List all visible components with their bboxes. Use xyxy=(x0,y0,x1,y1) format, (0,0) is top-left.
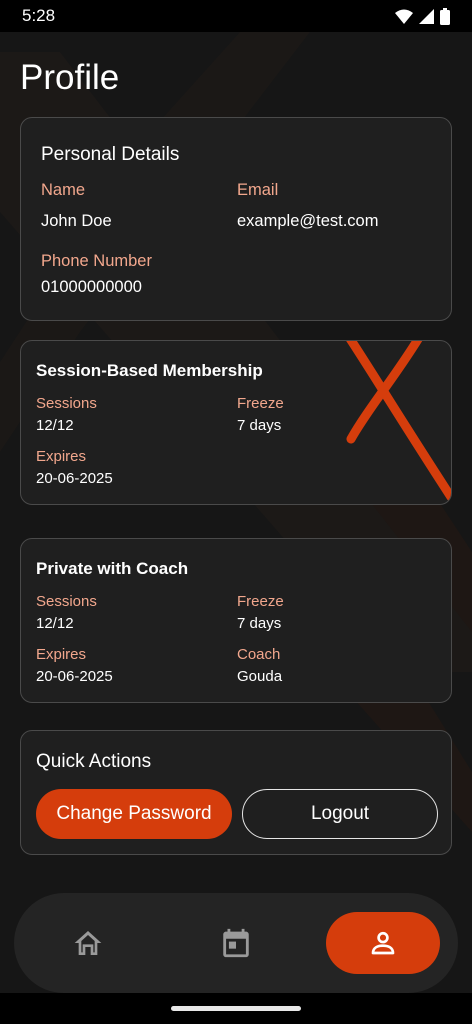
status-time: 5:28 xyxy=(22,6,56,25)
freeze-label: Freeze xyxy=(237,593,284,610)
email-value: example@test.com xyxy=(237,212,379,230)
nav-profile[interactable] xyxy=(326,912,440,974)
freeze-label: Freeze xyxy=(237,395,284,412)
membership-title: Private with Coach xyxy=(36,559,189,578)
home-indicator[interactable] xyxy=(171,1006,301,1011)
wifi-icon xyxy=(395,9,413,24)
name-label: Name xyxy=(41,181,86,199)
membership-card[interactable]: Private with Coach Sessions 12/12 Freeze… xyxy=(20,538,452,703)
signal-icon xyxy=(419,8,434,24)
personal-details-card: Personal Details Name John Doe Email exa… xyxy=(20,117,452,321)
nav-home[interactable] xyxy=(31,912,145,974)
expires-label: Expires xyxy=(36,448,87,465)
expires-label: Expires xyxy=(36,646,87,663)
logout-button[interactable]: Logout xyxy=(242,789,438,839)
quick-actions-card: Quick Actions Change Password Logout xyxy=(20,730,452,855)
page-title: Profile xyxy=(20,58,120,97)
phone-label: Phone Number xyxy=(41,252,152,270)
sessions-value: 12/12 xyxy=(36,417,74,434)
expires-value: 20-06-2025 xyxy=(36,470,113,487)
coach-value: Gouda xyxy=(237,668,283,685)
battery-icon xyxy=(440,7,450,25)
expired-cross-mark xyxy=(346,341,451,502)
sessions-label: Sessions xyxy=(36,593,97,610)
status-bar: 5:28 xyxy=(0,0,472,32)
freeze-value: 7 days xyxy=(237,615,282,632)
calendar-icon xyxy=(223,928,249,958)
membership-title: Session-Based Membership xyxy=(36,361,263,380)
sessions-label: Sessions xyxy=(36,395,97,412)
name-value: John Doe xyxy=(41,212,112,230)
change-password-button[interactable]: Change Password xyxy=(36,789,232,839)
sessions-value: 12/12 xyxy=(36,615,74,632)
freeze-value: 7 days xyxy=(237,417,282,434)
status-icons xyxy=(395,7,450,25)
quick-actions-title: Quick Actions xyxy=(36,751,152,772)
membership-card[interactable]: Session-Based Membership Sessions 12/12 … xyxy=(20,340,452,505)
bottom-navigation xyxy=(14,893,458,993)
home-icon xyxy=(74,931,102,955)
coach-label: Coach xyxy=(237,646,281,663)
person-icon xyxy=(371,931,395,955)
personal-details-title: Personal Details xyxy=(41,144,180,165)
email-label: Email xyxy=(237,181,279,199)
expires-value: 20-06-2025 xyxy=(36,668,113,685)
nav-calendar[interactable] xyxy=(179,912,293,974)
phone-value: 01000000000 xyxy=(41,278,142,296)
